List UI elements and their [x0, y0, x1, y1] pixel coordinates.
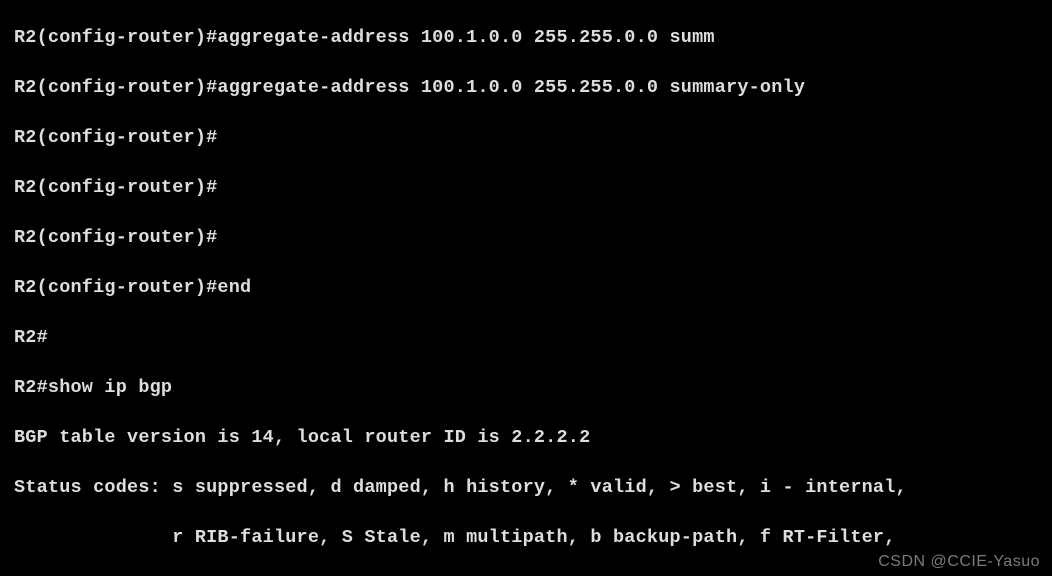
terminal-line: R2#	[14, 325, 1038, 350]
terminal-screen[interactable]: R2(config-router)#aggregate-address 100.…	[0, 0, 1052, 576]
terminal-line: R2(config-router)#	[14, 125, 1038, 150]
watermark-text: CSDN @CCIE-Yasuo	[878, 549, 1040, 574]
terminal-line: BGP table version is 14, local router ID…	[14, 425, 1038, 450]
terminal-line: R2(config-router)#	[14, 175, 1038, 200]
terminal-line: R2(config-router)#	[14, 225, 1038, 250]
terminal-line: R2(config-router)#aggregate-address 100.…	[14, 75, 1038, 100]
terminal-line: r RIB-failure, S Stale, m multipath, b b…	[14, 525, 1038, 550]
terminal-line: R2(config-router)#aggregate-address 100.…	[14, 25, 1038, 50]
terminal-line: Status codes: s suppressed, d damped, h …	[14, 475, 1038, 500]
terminal-line: R2(config-router)#end	[14, 275, 1038, 300]
terminal-line: R2#show ip bgp	[14, 375, 1038, 400]
